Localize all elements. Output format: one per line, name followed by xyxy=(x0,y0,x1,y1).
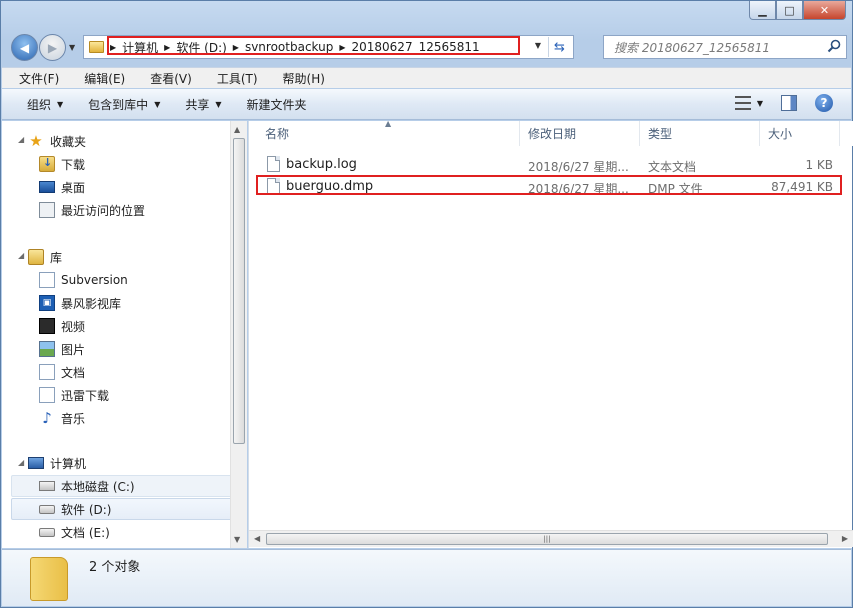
recent-pages-dropdown[interactable]: ▼ xyxy=(69,43,75,52)
forward-button[interactable]: ▶ xyxy=(39,34,66,61)
organize-button[interactable]: 组织 ▼ xyxy=(27,96,63,113)
text-file-icon xyxy=(267,156,280,172)
nav-library-pictures[interactable]: 图片 xyxy=(39,338,85,360)
menu-edit[interactable]: 编辑(E) xyxy=(67,70,133,87)
folder-icon xyxy=(89,41,104,53)
view-options-icon[interactable] xyxy=(734,96,751,110)
menu-bar: 文件(F) 编辑(E) 查看(V) 工具(T) 帮助(H) xyxy=(2,67,851,88)
explorer-window: ▁ □ ✕ ◀ ▶ ▼ ▶ 计算机 ▶ 软件 (D:) ▶ svnrootbackup… xyxy=(0,0,853,608)
nav-library-documents[interactable]: 文档 xyxy=(39,361,85,383)
menu-view[interactable]: 查看(V) xyxy=(133,70,200,87)
navigation-bar: ◀ ▶ ▼ ▶ 计算机 ▶ 软件 (D:) ▶ svnrootbackup ▶ 2018… xyxy=(9,31,847,63)
nav-downloads[interactable]: 下载 xyxy=(39,153,85,175)
scroll-right-icon[interactable]: ▶ xyxy=(842,534,848,543)
new-folder-button[interactable]: 新建文件夹 xyxy=(247,96,307,113)
drive-icon xyxy=(39,504,55,514)
video-library-icon xyxy=(39,318,55,334)
desktop-icon xyxy=(39,181,55,193)
help-icon[interactable]: ? xyxy=(815,94,833,112)
picture-library-icon xyxy=(39,341,55,357)
close-button[interactable]: ✕ xyxy=(803,1,846,20)
collapse-icon[interactable]: ◢ xyxy=(18,135,24,144)
file-name: backup.log xyxy=(286,156,357,172)
search-icon[interactable] xyxy=(827,39,841,53)
nav-drive-e[interactable]: 文档 (E:) xyxy=(39,521,110,543)
nav-library-music[interactable]: ♪ 音乐 xyxy=(39,407,85,429)
forward-arrow-icon: ▶ xyxy=(47,40,58,55)
preview-pane-icon[interactable] xyxy=(781,95,797,111)
file-highlight-annotation xyxy=(256,175,842,195)
menu-help[interactable]: 帮助(H) xyxy=(266,70,333,87)
scroll-down-icon[interactable]: ▼ xyxy=(234,535,240,544)
scroll-left-icon[interactable]: ◀ xyxy=(254,534,260,543)
scroll-up-icon[interactable]: ▲ xyxy=(234,125,240,134)
navigation-pane-scrollbar[interactable]: ▲ ▼ xyxy=(230,121,247,548)
system-drive-icon xyxy=(39,481,55,491)
file-row[interactable]: backup.log 2018/6/27 星期... 文本文档 1 KB xyxy=(257,153,845,175)
column-header-size[interactable]: 大小 xyxy=(760,121,840,146)
folder-icon xyxy=(30,557,68,601)
nav-desktop[interactable]: 桌面 xyxy=(39,176,85,198)
command-bar-right: ▼ ? xyxy=(734,94,833,112)
drive-icon xyxy=(39,527,55,537)
back-button[interactable]: ◀ xyxy=(11,34,38,61)
maximize-button[interactable]: □ xyxy=(776,1,803,20)
library-icon xyxy=(28,249,44,265)
include-in-library-button[interactable]: 包含到库中 ▼ xyxy=(88,96,160,113)
file-date: 2018/6/27 星期... xyxy=(528,160,629,174)
file-type: 文本文档 xyxy=(648,160,697,174)
refresh-icon[interactable]: ⇆ xyxy=(548,37,570,57)
nav-library-subversion[interactable]: Subversion xyxy=(39,269,128,291)
xunlei-download-icon xyxy=(39,387,55,403)
column-header-date[interactable]: 修改日期 xyxy=(520,121,640,146)
scrollbar-thumb[interactable] xyxy=(233,138,245,444)
horizontal-scrollbar[interactable]: ◀ ||| ▶ xyxy=(249,530,853,547)
recent-places-icon xyxy=(39,202,55,218)
baofeng-library-icon: ▣ xyxy=(39,295,55,311)
back-arrow-icon: ◀ xyxy=(19,40,30,55)
item-count: 2 个对象 xyxy=(89,560,141,575)
minimize-button[interactable]: ▁ xyxy=(749,1,776,20)
caption-buttons: ▁ □ ✕ xyxy=(749,1,846,20)
search-placeholder[interactable]: 搜索 20180627_12565811 xyxy=(614,39,770,56)
nav-recent-places[interactable]: 最近访问的位置 xyxy=(39,199,145,221)
share-button[interactable]: 共享 ▼ xyxy=(185,96,221,113)
address-highlight-annotation xyxy=(107,36,520,55)
nav-favorites[interactable]: ★ 收藏夹 xyxy=(28,130,86,152)
nav-library-videos[interactable]: 视频 xyxy=(39,315,85,337)
collapse-icon[interactable]: ◢ xyxy=(18,458,24,467)
column-header-name[interactable]: 名称 xyxy=(257,121,520,146)
search-box[interactable]: 搜索 20180627_12565811 xyxy=(603,35,847,59)
music-note-icon: ♪ xyxy=(42,409,52,427)
downloads-folder-icon xyxy=(39,156,55,172)
menu-tools[interactable]: 工具(T) xyxy=(200,70,266,87)
scrollbar-thumb[interactable]: ||| xyxy=(266,533,828,545)
nav-computer[interactable]: 计算机 xyxy=(28,452,86,474)
nav-drive-d[interactable]: 软件 (D:) xyxy=(11,498,230,520)
command-bar: 组织 ▼ 包含到库中 ▼ 共享 ▼ 新建文件夹 ▼ ? xyxy=(2,89,851,120)
view-dropdown-icon[interactable]: ▼ xyxy=(757,99,763,108)
address-dropdown[interactable]: ▼ xyxy=(535,41,541,50)
dropdown-arrow-icon: ▼ xyxy=(57,99,64,109)
document-library-icon xyxy=(39,364,55,380)
star-icon: ★ xyxy=(29,132,43,150)
file-size: 1 KB xyxy=(805,158,833,172)
nav-library-baofeng[interactable]: ▣ 暴风影视库 xyxy=(39,292,121,314)
dropdown-arrow-icon: ▼ xyxy=(215,99,222,109)
collapse-icon[interactable]: ◢ xyxy=(18,251,24,260)
nav-drive-c[interactable]: 本地磁盘 (C:) xyxy=(11,475,230,497)
nav-libraries[interactable]: 库 xyxy=(28,246,62,268)
computer-icon xyxy=(28,457,44,469)
document-library-icon xyxy=(39,272,55,288)
menu-file[interactable]: 文件(F) xyxy=(2,70,67,87)
details-pane: 2 个对象 xyxy=(2,549,851,606)
column-header-type[interactable]: 类型 xyxy=(640,121,760,146)
nav-library-xunlei[interactable]: 迅雷下载 xyxy=(39,384,109,406)
column-headers: ▲ 名称 修改日期 类型 大小 xyxy=(249,119,853,146)
dropdown-arrow-icon: ▼ xyxy=(154,99,161,109)
navigation-pane: ◢ ★收藏夹 下载 桌面 最近访问的位置 ◢ 库 Subversion ▣暴风影… xyxy=(2,121,230,548)
